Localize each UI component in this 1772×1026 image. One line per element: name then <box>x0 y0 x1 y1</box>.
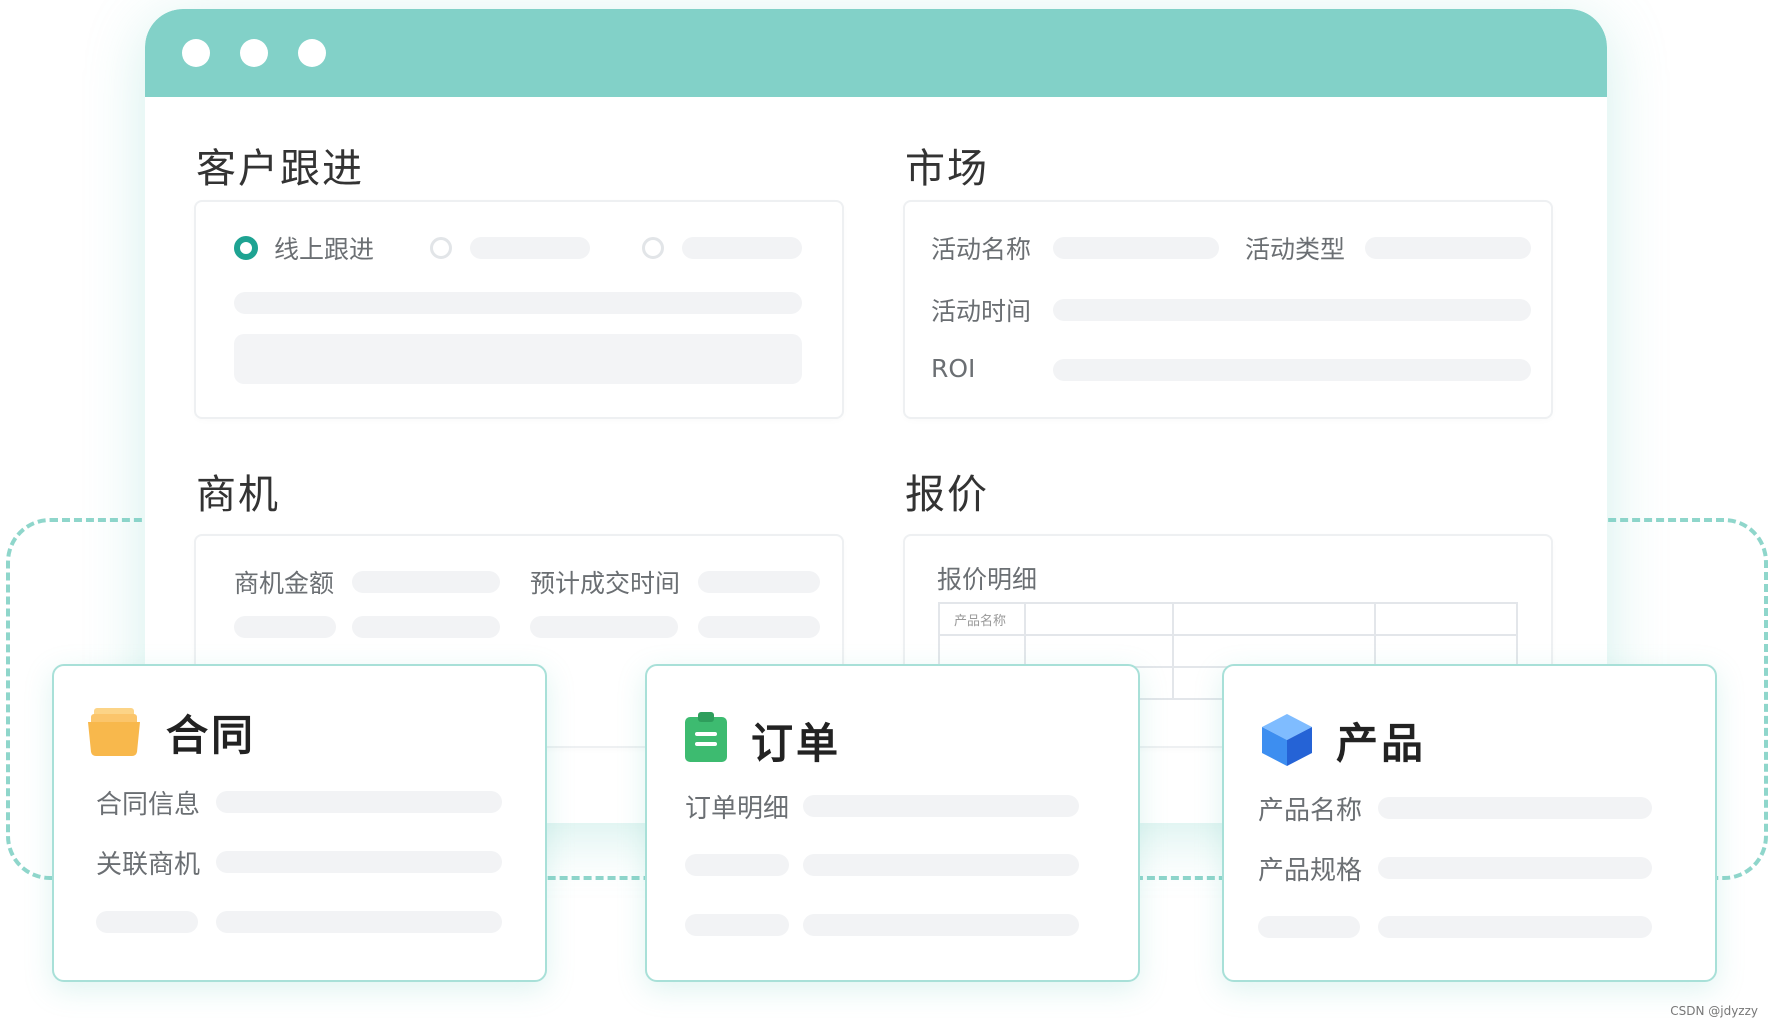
field-label-contract-info: 合同信息 <box>96 790 201 820</box>
section-title-customer-followup: 客户跟进 <box>196 146 364 192</box>
cube-icon <box>1262 714 1312 766</box>
placeholder-bar <box>1378 916 1652 938</box>
clipboard-icon <box>685 712 727 762</box>
placeholder-bar <box>1258 916 1360 938</box>
field-label-order-detail: 订单明细 <box>685 794 790 824</box>
placeholder-bar <box>470 237 590 259</box>
product-card[interactable]: 产品 产品名称 产品规格 <box>1222 664 1717 982</box>
placeholder-bar <box>803 914 1079 936</box>
placeholder-bar <box>1053 299 1531 321</box>
window-dot-3[interactable] <box>298 39 326 67</box>
placeholder-bar <box>698 616 820 638</box>
placeholder-bar <box>216 851 502 873</box>
placeholder-bar <box>685 854 789 876</box>
placeholder-bar <box>1365 237 1531 259</box>
placeholder-bar <box>1053 237 1219 259</box>
placeholder-bar <box>234 616 336 638</box>
placeholder-bar <box>96 911 198 933</box>
quote-detail-label: 报价明细 <box>937 565 1038 594</box>
field-label-expected-close-time: 预计成交时间 <box>530 569 681 598</box>
placeholder-bar <box>698 571 820 593</box>
market-panel: 活动名称 活动类型 活动时间 ROI <box>903 200 1553 419</box>
radio-option-2[interactable] <box>430 237 452 259</box>
field-label-roi: ROI <box>931 354 976 383</box>
placeholder-bar <box>803 795 1079 817</box>
placeholder-textarea <box>234 334 802 384</box>
placeholder-bar <box>234 292 802 314</box>
window-dot-2[interactable] <box>240 39 268 67</box>
watermark: CSDN @jdyzzy <box>1670 1004 1758 1018</box>
title-bar <box>145 9 1607 97</box>
order-card[interactable]: 订单 订单明细 <box>645 664 1140 982</box>
placeholder-bar <box>1378 797 1652 819</box>
table-header-product-name: 产品名称 <box>954 613 1007 629</box>
placeholder-bar <box>352 616 500 638</box>
placeholder-bar <box>216 791 502 813</box>
placeholder-bar <box>216 911 502 933</box>
field-label-product-name: 产品名称 <box>1258 796 1363 826</box>
field-label-product-spec: 产品规格 <box>1258 856 1363 886</box>
placeholder-bar <box>530 616 678 638</box>
section-title-opportunity: 商机 <box>196 472 280 518</box>
placeholder-bar <box>685 914 789 936</box>
section-title-quote: 报价 <box>905 472 989 518</box>
card-title-product: 产品 <box>1336 719 1427 768</box>
customer-followup-panel: 线上跟进 <box>194 200 844 419</box>
placeholder-bar <box>352 571 500 593</box>
window-dot-1[interactable] <box>182 39 210 67</box>
placeholder-bar <box>803 854 1079 876</box>
field-label-opportunity-amount: 商机金额 <box>234 569 335 598</box>
radio-online-followup[interactable] <box>234 236 258 260</box>
field-label-related-opportunity: 关联商机 <box>96 850 201 880</box>
placeholder-bar <box>1053 359 1531 381</box>
radio-online-followup-label: 线上跟进 <box>274 235 375 264</box>
radio-option-3[interactable] <box>642 237 664 259</box>
card-title-order: 订单 <box>751 719 842 768</box>
contract-card[interactable]: 合同 合同信息 关联商机 <box>52 664 547 982</box>
field-label-activity-name: 活动名称 <box>931 235 1032 264</box>
field-label-activity-time: 活动时间 <box>931 297 1032 326</box>
field-label-activity-type: 活动类型 <box>1245 235 1346 264</box>
card-title-contract: 合同 <box>166 711 257 760</box>
folder-icon <box>88 708 140 756</box>
placeholder-bar <box>682 237 802 259</box>
placeholder-bar <box>1378 857 1652 879</box>
section-title-market: 市场 <box>905 146 989 192</box>
